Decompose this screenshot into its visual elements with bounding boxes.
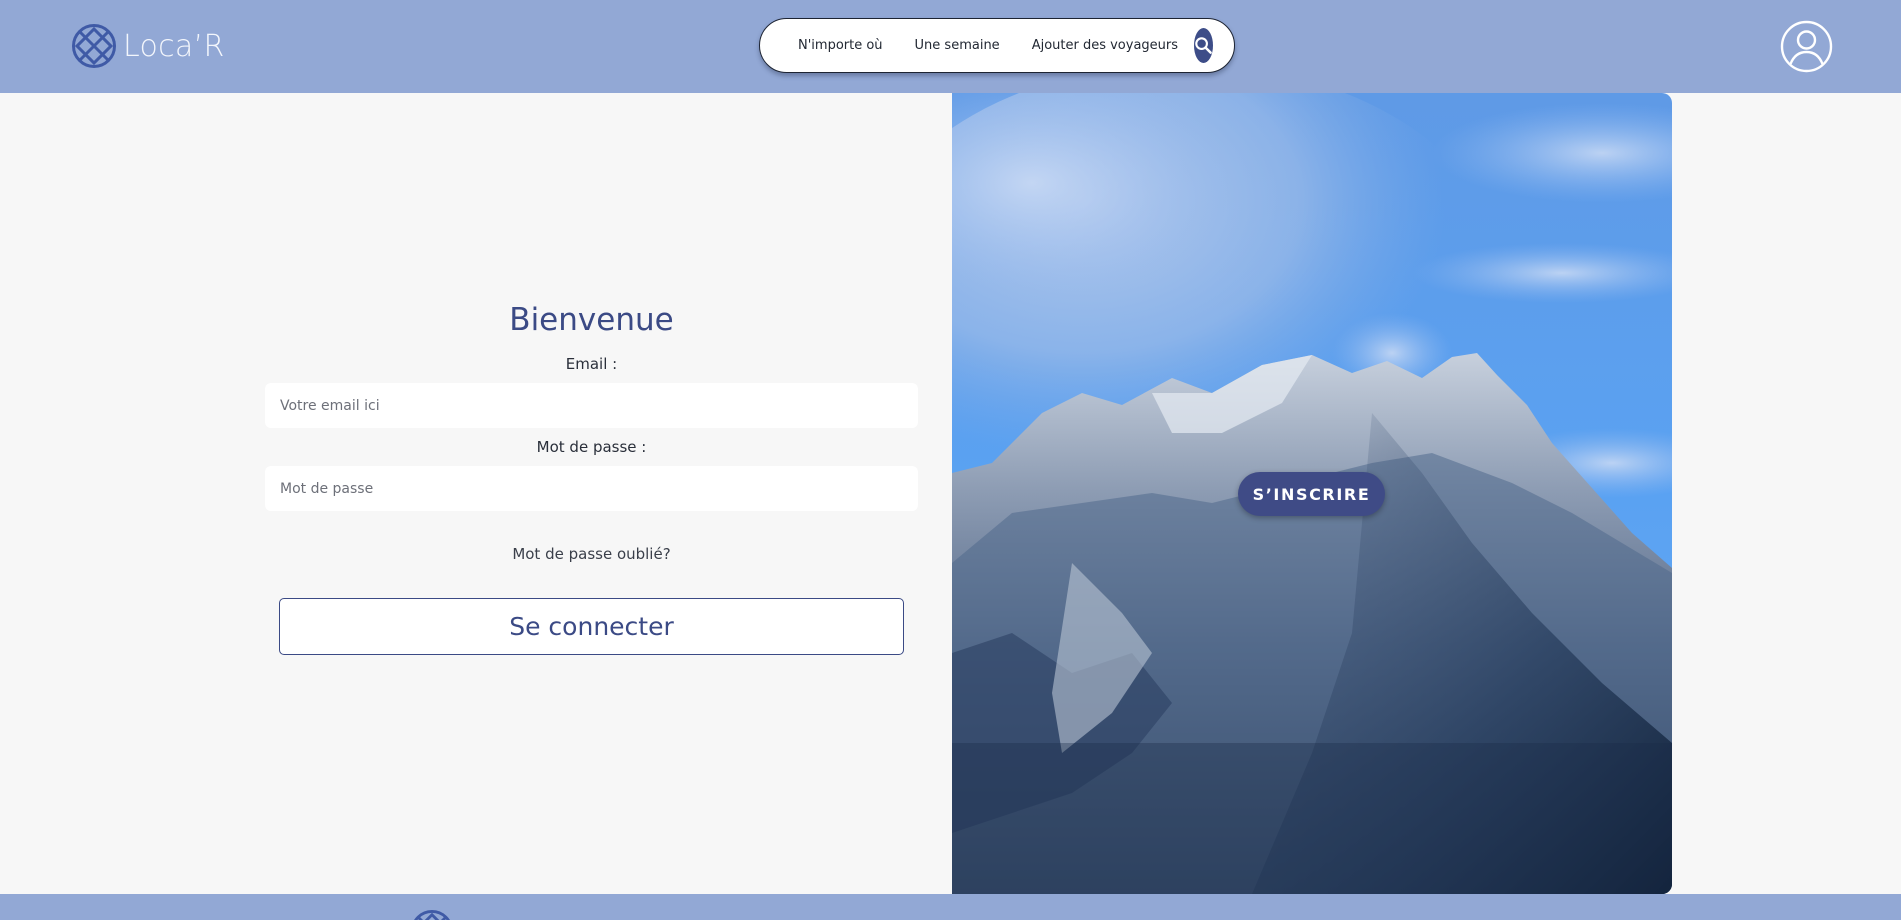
top-navbar: Loca’R N'importe où Une semaine Ajouter …: [0, 0, 1901, 93]
logo-icon: [72, 24, 116, 68]
password-field[interactable]: [265, 466, 918, 511]
brand-logo[interactable]: Loca’R: [71, 23, 225, 69]
search-button[interactable]: [1194, 28, 1214, 63]
email-label: Email :: [565, 355, 618, 373]
footer-logo: [410, 909, 454, 920]
search-dates[interactable]: Une semaine: [899, 37, 1016, 55]
forgot-password-link[interactable]: Mot de passe oublié?: [265, 544, 918, 564]
user-circle-icon: [1780, 20, 1833, 73]
search-guests[interactable]: Ajouter des voyageurs: [1016, 37, 1194, 55]
page-title: Bienvenue: [509, 302, 674, 338]
logo-icon: [413, 909, 451, 920]
email-field[interactable]: [265, 383, 918, 428]
login-form: Bienvenue Email : Mot de passe : Mot de …: [265, 300, 918, 655]
login-button[interactable]: Se connecter: [279, 598, 904, 655]
password-label: Mot de passe :: [536, 438, 647, 456]
logo-text: Loca’R: [123, 28, 225, 64]
user-account-button[interactable]: [1780, 20, 1833, 73]
search-bar[interactable]: N'importe où Une semaine Ajouter des voy…: [759, 18, 1235, 73]
search-icon: [1195, 37, 1212, 54]
search-destination[interactable]: N'importe où: [760, 37, 899, 55]
footer: [0, 894, 1901, 920]
signup-button[interactable]: S’INSCRIRE: [1238, 472, 1385, 516]
